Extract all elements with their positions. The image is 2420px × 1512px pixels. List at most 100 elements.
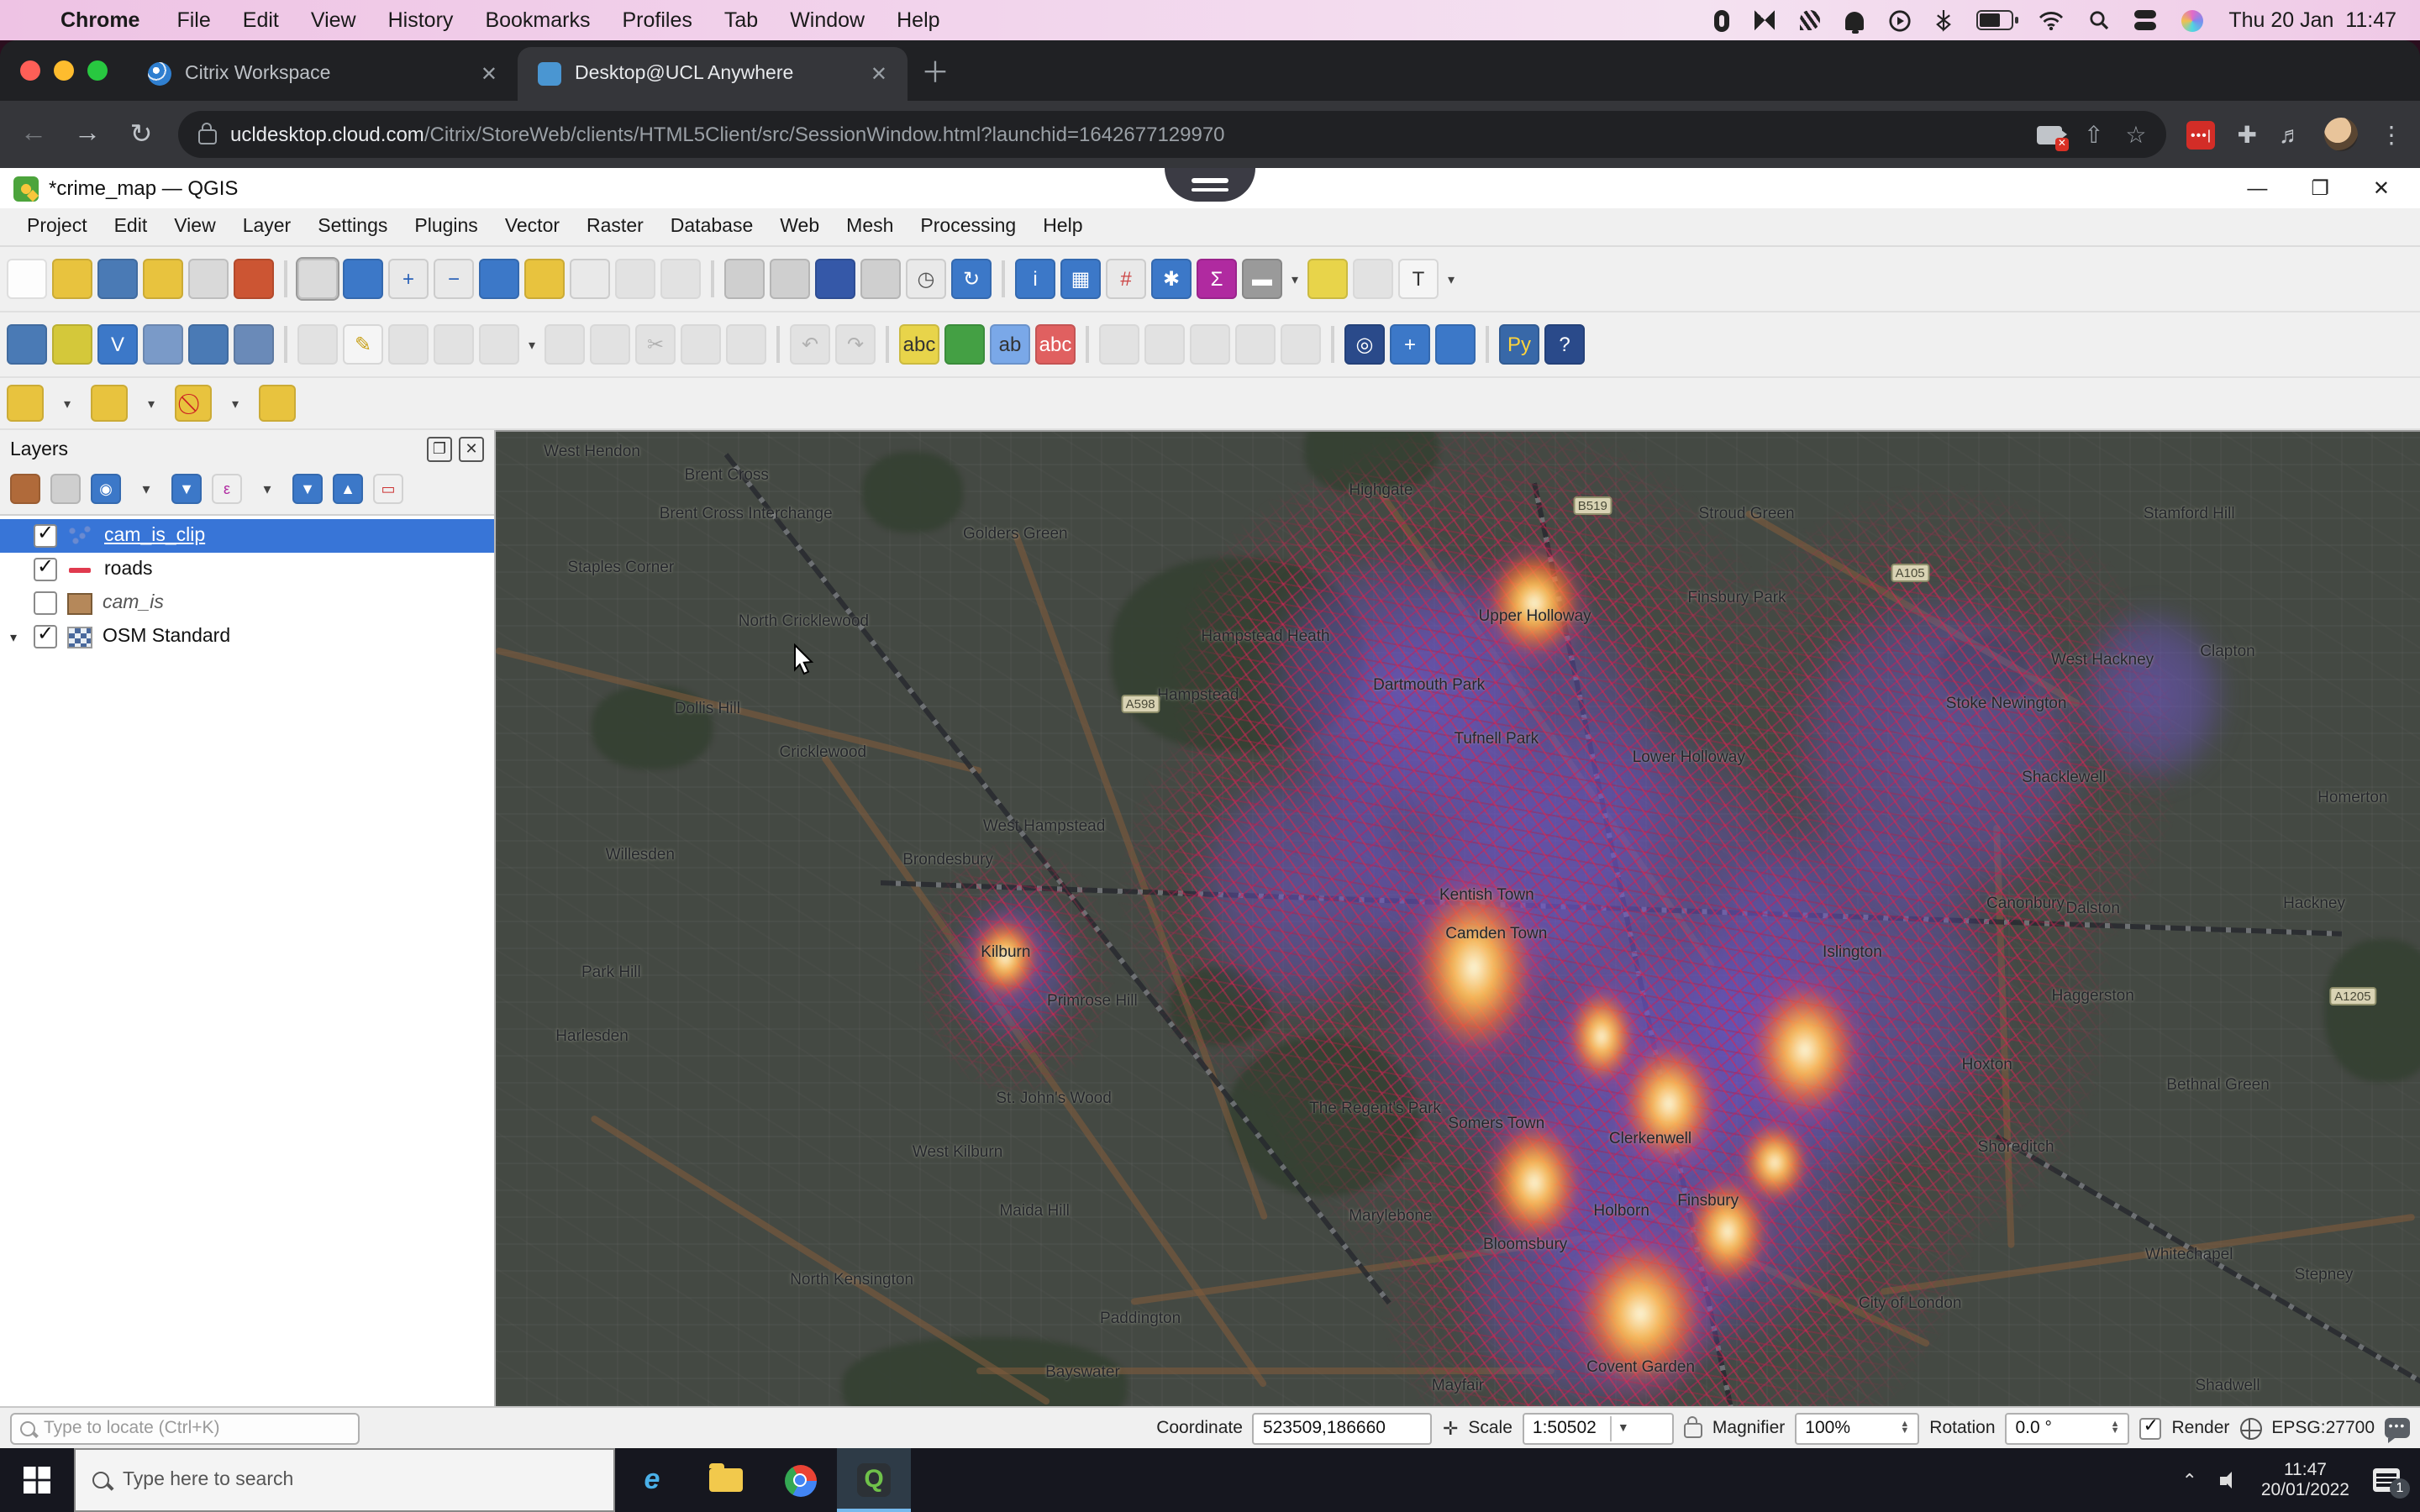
spinner-icons[interactable]: ▲ ▼ [2111, 1420, 2120, 1436]
qgis-minimize-button[interactable]: — [2247, 176, 2267, 200]
qgis-menu-item[interactable]: Web [766, 217, 833, 237]
rotation-spinbox[interactable]: 0.0 ° ▲ ▼ [2005, 1412, 2130, 1444]
qgis-menu-item[interactable]: Project [13, 217, 101, 237]
bluetooth-icon[interactable] [1936, 9, 1952, 31]
screen-record-icon[interactable] [1714, 9, 1730, 31]
qgis-menu-item[interactable]: Vector [492, 217, 573, 237]
toolbar-separator[interactable] [284, 260, 287, 297]
web-search-icon[interactable] [1435, 324, 1476, 365]
new-project-icon[interactable] [7, 259, 47, 299]
zoom-out-icon[interactable]: − [434, 259, 474, 299]
pan-map-icon[interactable] [296, 257, 339, 301]
map-tips-icon[interactable] [1307, 259, 1348, 299]
new-shapefile-layer-icon[interactable]: V [97, 324, 138, 365]
label-unplaced-icon[interactable]: abc [1035, 324, 1076, 365]
pan-to-selection-icon[interactable] [343, 259, 383, 299]
siri-icon[interactable] [2181, 9, 2204, 31]
spotlight-icon[interactable] [2089, 10, 2109, 30]
rotate-label-icon[interactable] [1235, 324, 1276, 365]
macos-menu-item[interactable]: Profiles [623, 8, 692, 32]
copy-features-icon[interactable] [681, 324, 721, 365]
help-icon[interactable]: ? [1544, 324, 1585, 365]
map-themes-icon[interactable]: ◉ [91, 474, 121, 504]
new-map-view-icon[interactable] [724, 259, 765, 299]
secure-lock-icon[interactable] [198, 123, 217, 144]
show-bookmarks-icon[interactable] [860, 259, 901, 299]
share-icon[interactable]: ⇧ [2084, 120, 2103, 149]
collapse-all-icon[interactable]: ▲ [333, 474, 363, 504]
current-edits-icon[interactable] [297, 324, 338, 365]
qgis-menu-item[interactable]: Mesh [833, 217, 907, 237]
qgis-menu-item[interactable]: Edit [101, 217, 161, 237]
project-properties-icon[interactable] [188, 259, 229, 299]
new-temporary-layer-icon[interactable] [234, 324, 274, 365]
taskbar-qgis-icon[interactable]: Q [837, 1448, 911, 1512]
select-features-icon[interactable] [7, 385, 44, 422]
taskbar-file-explorer-icon[interactable] [689, 1448, 763, 1512]
back-icon[interactable]: ← [17, 119, 50, 150]
layer-labeling-icon[interactable]: abc [899, 324, 939, 365]
coordinate-input[interactable]: 523509,186660 [1252, 1412, 1433, 1444]
fan-icon[interactable] [1800, 10, 1821, 30]
layout-manager-icon[interactable] [143, 259, 183, 299]
zoom-last-icon[interactable] [615, 259, 655, 299]
label-pin-icon[interactable]: ab [990, 324, 1030, 365]
save-project-icon[interactable] [97, 259, 138, 299]
toolbar-separator[interactable] [1486, 326, 1489, 363]
qgis-menu-item[interactable]: Settings [304, 217, 401, 237]
remove-layer-icon[interactable]: ▭ [373, 474, 403, 504]
refresh-icon[interactable]: ↻ [951, 259, 992, 299]
spinner-icons[interactable]: ▲ ▼ [1900, 1420, 1909, 1436]
reload-icon[interactable]: ↻ [124, 118, 158, 151]
statistics-abacus-icon[interactable]: # [1106, 259, 1146, 299]
toolbar-separator[interactable] [1331, 326, 1334, 363]
measure-dropdown-caret[interactable]: ▾ [1287, 259, 1302, 299]
tray-chevron-icon[interactable]: ⌃ [2181, 1469, 2196, 1491]
deselect-features-caret[interactable]: ▾ [217, 385, 254, 422]
messages-icon[interactable]: ••• [2385, 1418, 2410, 1443]
extents-toggle-icon[interactable]: ✛ [1443, 1417, 1458, 1439]
macos-menu-item[interactable]: File [176, 8, 210, 32]
macos-menu-item[interactable]: Bookmarks [485, 8, 590, 32]
macos-menu-item[interactable]: View [311, 8, 356, 32]
qgis-restore-button[interactable]: ❐ [2311, 176, 2329, 200]
paste-features-icon[interactable] [726, 324, 766, 365]
measure-icon[interactable]: ▬ [1242, 259, 1282, 299]
zoom-next-icon[interactable] [660, 259, 701, 299]
play-circle-icon[interactable] [1889, 9, 1911, 31]
battery-icon[interactable] [1976, 10, 2019, 30]
qgis-menu-item[interactable]: View [160, 217, 229, 237]
lastpass-extension-icon[interactable]: •••| [2186, 120, 2216, 149]
redo-icon[interactable]: ↷ [835, 324, 876, 365]
delete-selected-icon[interactable] [590, 324, 630, 365]
address-bar[interactable]: ucldesktop.cloud.com/Citrix/StoreWeb/cli… [178, 111, 2167, 158]
add-group-icon[interactable] [50, 474, 81, 504]
locator-search-input[interactable]: Type to locate (Ctrl+K) [10, 1412, 360, 1444]
sum-features-icon[interactable]: Σ [1197, 259, 1237, 299]
macos-menu-item[interactable]: Help [897, 8, 939, 32]
toolbar-separator[interactable] [886, 326, 889, 363]
add-web-layer-icon[interactable]: + [1390, 324, 1430, 365]
new-geopackage-layer-icon[interactable] [52, 324, 92, 365]
filter-expression-icon[interactable]: ε [212, 474, 242, 504]
layer-diagram-icon[interactable] [944, 324, 985, 365]
undo-icon[interactable]: ↶ [790, 324, 830, 365]
identify-features-icon[interactable]: i [1015, 259, 1055, 299]
new-spatialite-layer-icon[interactable] [143, 324, 183, 365]
qgis-menu-item[interactable]: Database [657, 217, 766, 237]
forward-icon[interactable]: → [71, 119, 104, 150]
maximize-window-button[interactable] [87, 60, 108, 81]
wifi-icon[interactable] [2039, 11, 2064, 29]
layer-item[interactable]: cam_is_clip [0, 519, 494, 553]
select-by-location-icon[interactable] [259, 385, 296, 422]
vertex-tool-icon[interactable] [479, 324, 519, 365]
layer-item[interactable]: cam_is [0, 586, 494, 620]
select-features-caret[interactable]: ▾ [49, 385, 86, 422]
layer-styling-icon[interactable] [10, 474, 40, 504]
text-annotation-icon[interactable]: T [1398, 259, 1439, 299]
toggle-editing-icon[interactable]: ✎ [343, 324, 383, 365]
scale-combobox[interactable]: 1:50502 ▼ [1522, 1412, 1674, 1444]
profile-avatar[interactable] [2324, 118, 2358, 151]
qgis-menu-item[interactable]: Layer [229, 217, 305, 237]
attribute-table-icon[interactable]: ▦ [1060, 259, 1101, 299]
